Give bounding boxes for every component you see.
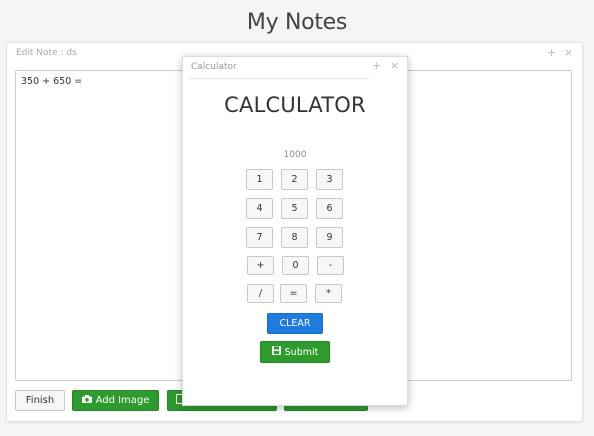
camera-icon bbox=[81, 395, 92, 406]
page-title: My Notes bbox=[246, 10, 348, 35]
key-9[interactable]: 9 bbox=[316, 227, 343, 248]
key-3[interactable]: 3 bbox=[316, 169, 343, 190]
key-minus[interactable]: - bbox=[317, 256, 344, 275]
add-image-label: Add Image bbox=[95, 395, 150, 406]
calc-header-divider bbox=[189, 78, 369, 79]
submit-button[interactable]: Submit bbox=[260, 341, 330, 363]
key-5[interactable]: 5 bbox=[281, 198, 308, 219]
submit-label: Submit bbox=[284, 346, 319, 358]
clear-button[interactable]: CLEAR bbox=[267, 313, 323, 334]
key-7[interactable]: 7 bbox=[246, 227, 273, 248]
panel-close-icon[interactable]: × bbox=[564, 46, 573, 59]
key-0[interactable]: 0 bbox=[282, 256, 309, 275]
key-8[interactable]: 8 bbox=[281, 227, 308, 248]
calc-add-icon[interactable]: + bbox=[372, 59, 381, 72]
edit-note-title: Edit Note : ds bbox=[16, 48, 77, 58]
calculator-window: Calculator + × CALCULATOR 1000 1 2 3 4 5… bbox=[182, 56, 408, 406]
calculator-display: 1000 bbox=[283, 150, 307, 160]
panel-add-icon[interactable]: + bbox=[547, 46, 556, 59]
finish-button[interactable]: Finish bbox=[15, 390, 65, 411]
key-divide[interactable]: / bbox=[247, 284, 274, 303]
key-plus[interactable]: + bbox=[247, 256, 274, 275]
key-equals[interactable]: = bbox=[280, 284, 307, 303]
key-multiply[interactable]: * bbox=[315, 284, 342, 303]
save-icon bbox=[271, 346, 281, 358]
add-image-button[interactable]: Add Image bbox=[72, 390, 159, 411]
key-6[interactable]: 6 bbox=[316, 198, 343, 219]
calculator-heading: CALCULATOR bbox=[224, 93, 366, 117]
calc-close-icon[interactable]: × bbox=[390, 59, 399, 72]
key-1[interactable]: 1 bbox=[246, 169, 273, 190]
calculator-window-title: Calculator bbox=[191, 62, 237, 72]
key-2[interactable]: 2 bbox=[281, 169, 308, 190]
key-4[interactable]: 4 bbox=[246, 198, 273, 219]
